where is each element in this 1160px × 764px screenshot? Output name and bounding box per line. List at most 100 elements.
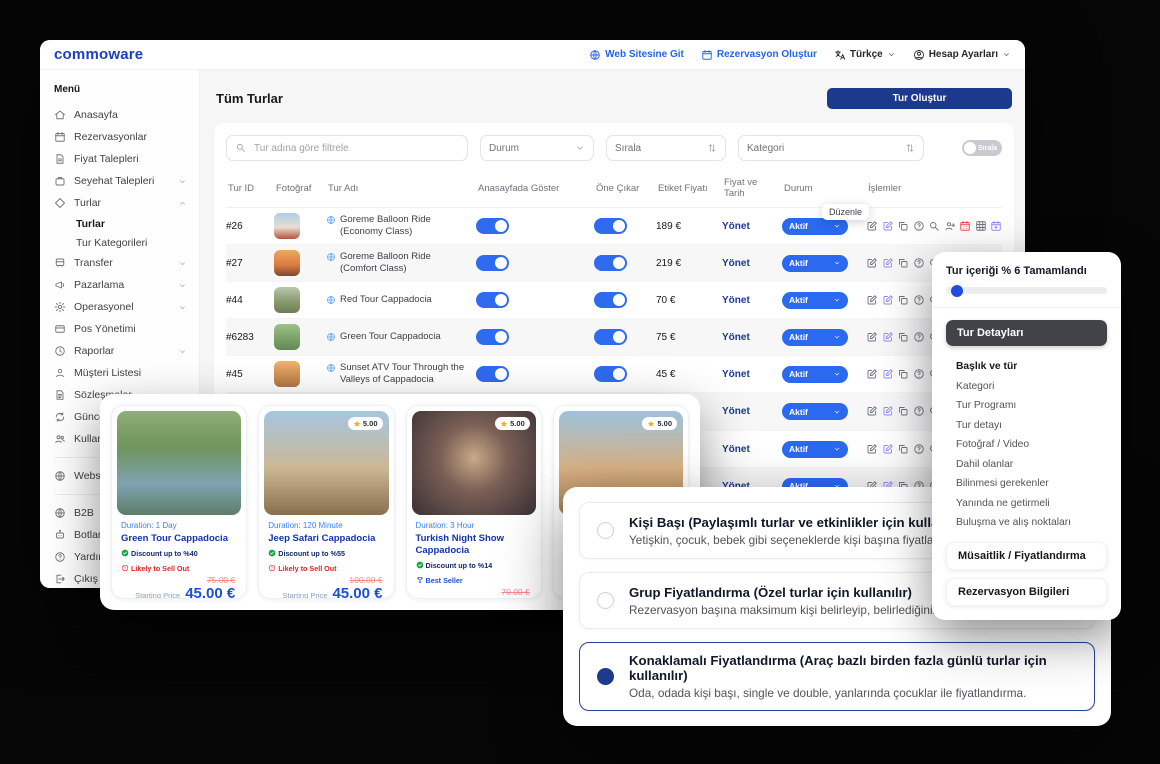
tour-card[interactable]: 5.00Duration: 3 HourTurkish Night Show C… [406,405,542,599]
page-header: Tüm Turlar Tur Oluştur [216,88,1012,109]
help-circle-icon [913,443,925,455]
globe-icon [589,49,601,61]
manage-link[interactable]: Yönet [722,221,782,232]
create-tour-button[interactable]: Tur Oluştur [827,88,1012,109]
homepage-toggle[interactable] [476,329,509,345]
step-item[interactable]: Tur detayı [956,416,1107,436]
label-price: 219 € [656,258,722,269]
help-circle-icon [913,405,925,417]
section-button[interactable]: Rezervasyon Bilgileri [946,578,1107,606]
topbar-link[interactable]: Rezervasyon Oluştur [701,49,817,61]
check-circle-icon [268,549,276,557]
pricing-option[interactable]: Konaklamalı Fiyatlandırma (Araç bazlı bi… [579,642,1095,711]
step-item[interactable]: Buluşma ve alış noktaları [956,513,1107,533]
tour-name-cell: Goreme Balloon Ride (Comfort Class) [326,251,476,276]
section-button[interactable]: Müsaitlik / Fiyatlandırma [946,542,1107,570]
homepage-toggle[interactable] [476,218,509,234]
sidebar-item-seyehat-talepleri[interactable]: Seyehat Talepleri [40,170,199,192]
step-item[interactable]: Tur Programı [956,396,1107,416]
feature-toggle[interactable] [594,218,627,234]
feature-toggle[interactable] [594,329,627,345]
contract-icon [54,389,66,401]
status-dropdown[interactable]: Aktif [782,366,848,383]
homepage-toggle[interactable] [476,292,509,308]
sidebar-item-fiyat-talepleri[interactable]: Fiyat Talepleri [40,148,199,170]
radio-button[interactable] [597,668,614,685]
edit-icon [866,368,878,380]
homepage-toggle[interactable] [476,366,509,382]
sidebar-item-raporlar[interactable]: Raporlar [40,340,199,362]
sidebar-item-pos-y-netimi[interactable]: Pos Yönetimi [40,318,199,340]
copy-icon [897,368,909,380]
step-item[interactable]: Dahil olanlar [956,455,1107,475]
rating-badge: 5.00 [495,417,530,430]
tour-name-cell: Sunset ATV Tour Through the Valleys of C… [326,362,476,387]
sidebar-item-operasyonel[interactable]: Operasyonel [40,296,199,318]
search-icon [235,142,246,153]
feature-toggle[interactable] [594,366,627,382]
step-item[interactable]: Yanında ne getirmeli [956,494,1107,514]
manage-link[interactable]: Yönet [722,444,782,455]
step-item[interactable]: Fotoğraf / Video [956,435,1107,455]
sort-filter[interactable]: Sırala [606,135,726,161]
sidebar-item-transfer[interactable]: Transfer [40,252,199,274]
check-circle-icon [121,549,129,557]
manage-link[interactable]: Yönet [722,332,782,343]
topbar-link[interactable]: Hesap Ayarları [913,49,1011,61]
topbar-link[interactable]: Türkçe [834,49,896,61]
step-item[interactable]: Kategori [956,377,1107,397]
chevron-down-icon [833,445,841,453]
status-dropdown[interactable]: Aktif [782,441,848,458]
sidebar-item-anasayfa[interactable]: Anasayfa [40,104,199,126]
status-dropdown[interactable]: Aktif [782,292,848,309]
logout-icon [54,573,66,585]
screenshot-stage: commoware Web Sitesine GitRezervasyon Ol… [0,0,1160,764]
tour-duration: Duration: 120 Minute [268,521,384,530]
tour-photo-cell [274,324,326,350]
category-filter[interactable]: Kategori [738,135,924,161]
status-dropdown[interactable]: Aktif [782,329,848,346]
sort-toggle[interactable]: Sırala [962,140,1002,156]
topbar-link[interactable]: Web Sitesine Git [589,49,684,61]
manage-link[interactable]: Yönet [722,406,782,417]
search-input[interactable] [252,142,459,155]
status-filter-select[interactable]: Durum [480,135,594,161]
calendar-icon [701,49,713,61]
sidebar-subitem-tur-kategorileri[interactable]: Tur Kategorileri [40,233,199,252]
help-circle-icon [913,294,925,306]
tour-card[interactable]: 5.00Duration: 120 MinuteJeep Safari Capp… [258,405,394,599]
search-box[interactable] [226,135,468,161]
tour-photo [274,250,300,276]
manage-link[interactable]: Yönet [722,258,782,269]
sidebar-item-rezervasyonlar[interactable]: Rezervasyonlar [40,126,199,148]
sidebar-item-m-teri-listesi[interactable]: Müşteri Listesi [40,362,199,384]
radio-button[interactable] [597,522,614,539]
tour-id: #44 [226,295,274,306]
tour-duration: Duration: 1 Day [121,521,237,530]
sidebar-item-turlar[interactable]: Turlar [40,192,199,214]
step-item[interactable]: Bilinmesi gerekenler [956,474,1107,494]
status-dropdown[interactable]: Aktif [782,403,848,420]
progress-bar [946,287,1107,294]
tour-photo-cell [274,287,326,313]
tour-card-image: 5.00 [264,411,388,515]
category-filter-label: Kategori [747,143,784,154]
copy-icon [897,331,909,343]
sort-arrows-icon [905,143,915,153]
homepage-toggle[interactable] [476,255,509,271]
status-dropdown[interactable]: Aktif [782,218,848,235]
manage-link[interactable]: Yönet [722,295,782,306]
tour-card[interactable]: Duration: 1 DayGreen Tour CappadociaDisc… [111,405,247,599]
step-item[interactable]: Başlık ve tür [956,357,1107,377]
status-dropdown[interactable]: Aktif [782,255,848,272]
tour-details-section-button[interactable]: Tur Detayları [946,320,1107,346]
radio-button[interactable] [597,592,614,609]
manage-link[interactable]: Yönet [722,369,782,380]
tour-duration: Duration: 3 Hour [416,521,532,530]
pricing-option-description: Yetişkin, çocuk, bebek gibi seçeneklerde… [629,533,973,547]
doc-icon [54,153,66,165]
sidebar-item-pazarlama[interactable]: Pazarlama [40,274,199,296]
sidebar-subitem-turlar[interactable]: Turlar [40,214,199,233]
feature-toggle[interactable] [594,292,627,308]
feature-toggle[interactable] [594,255,627,271]
